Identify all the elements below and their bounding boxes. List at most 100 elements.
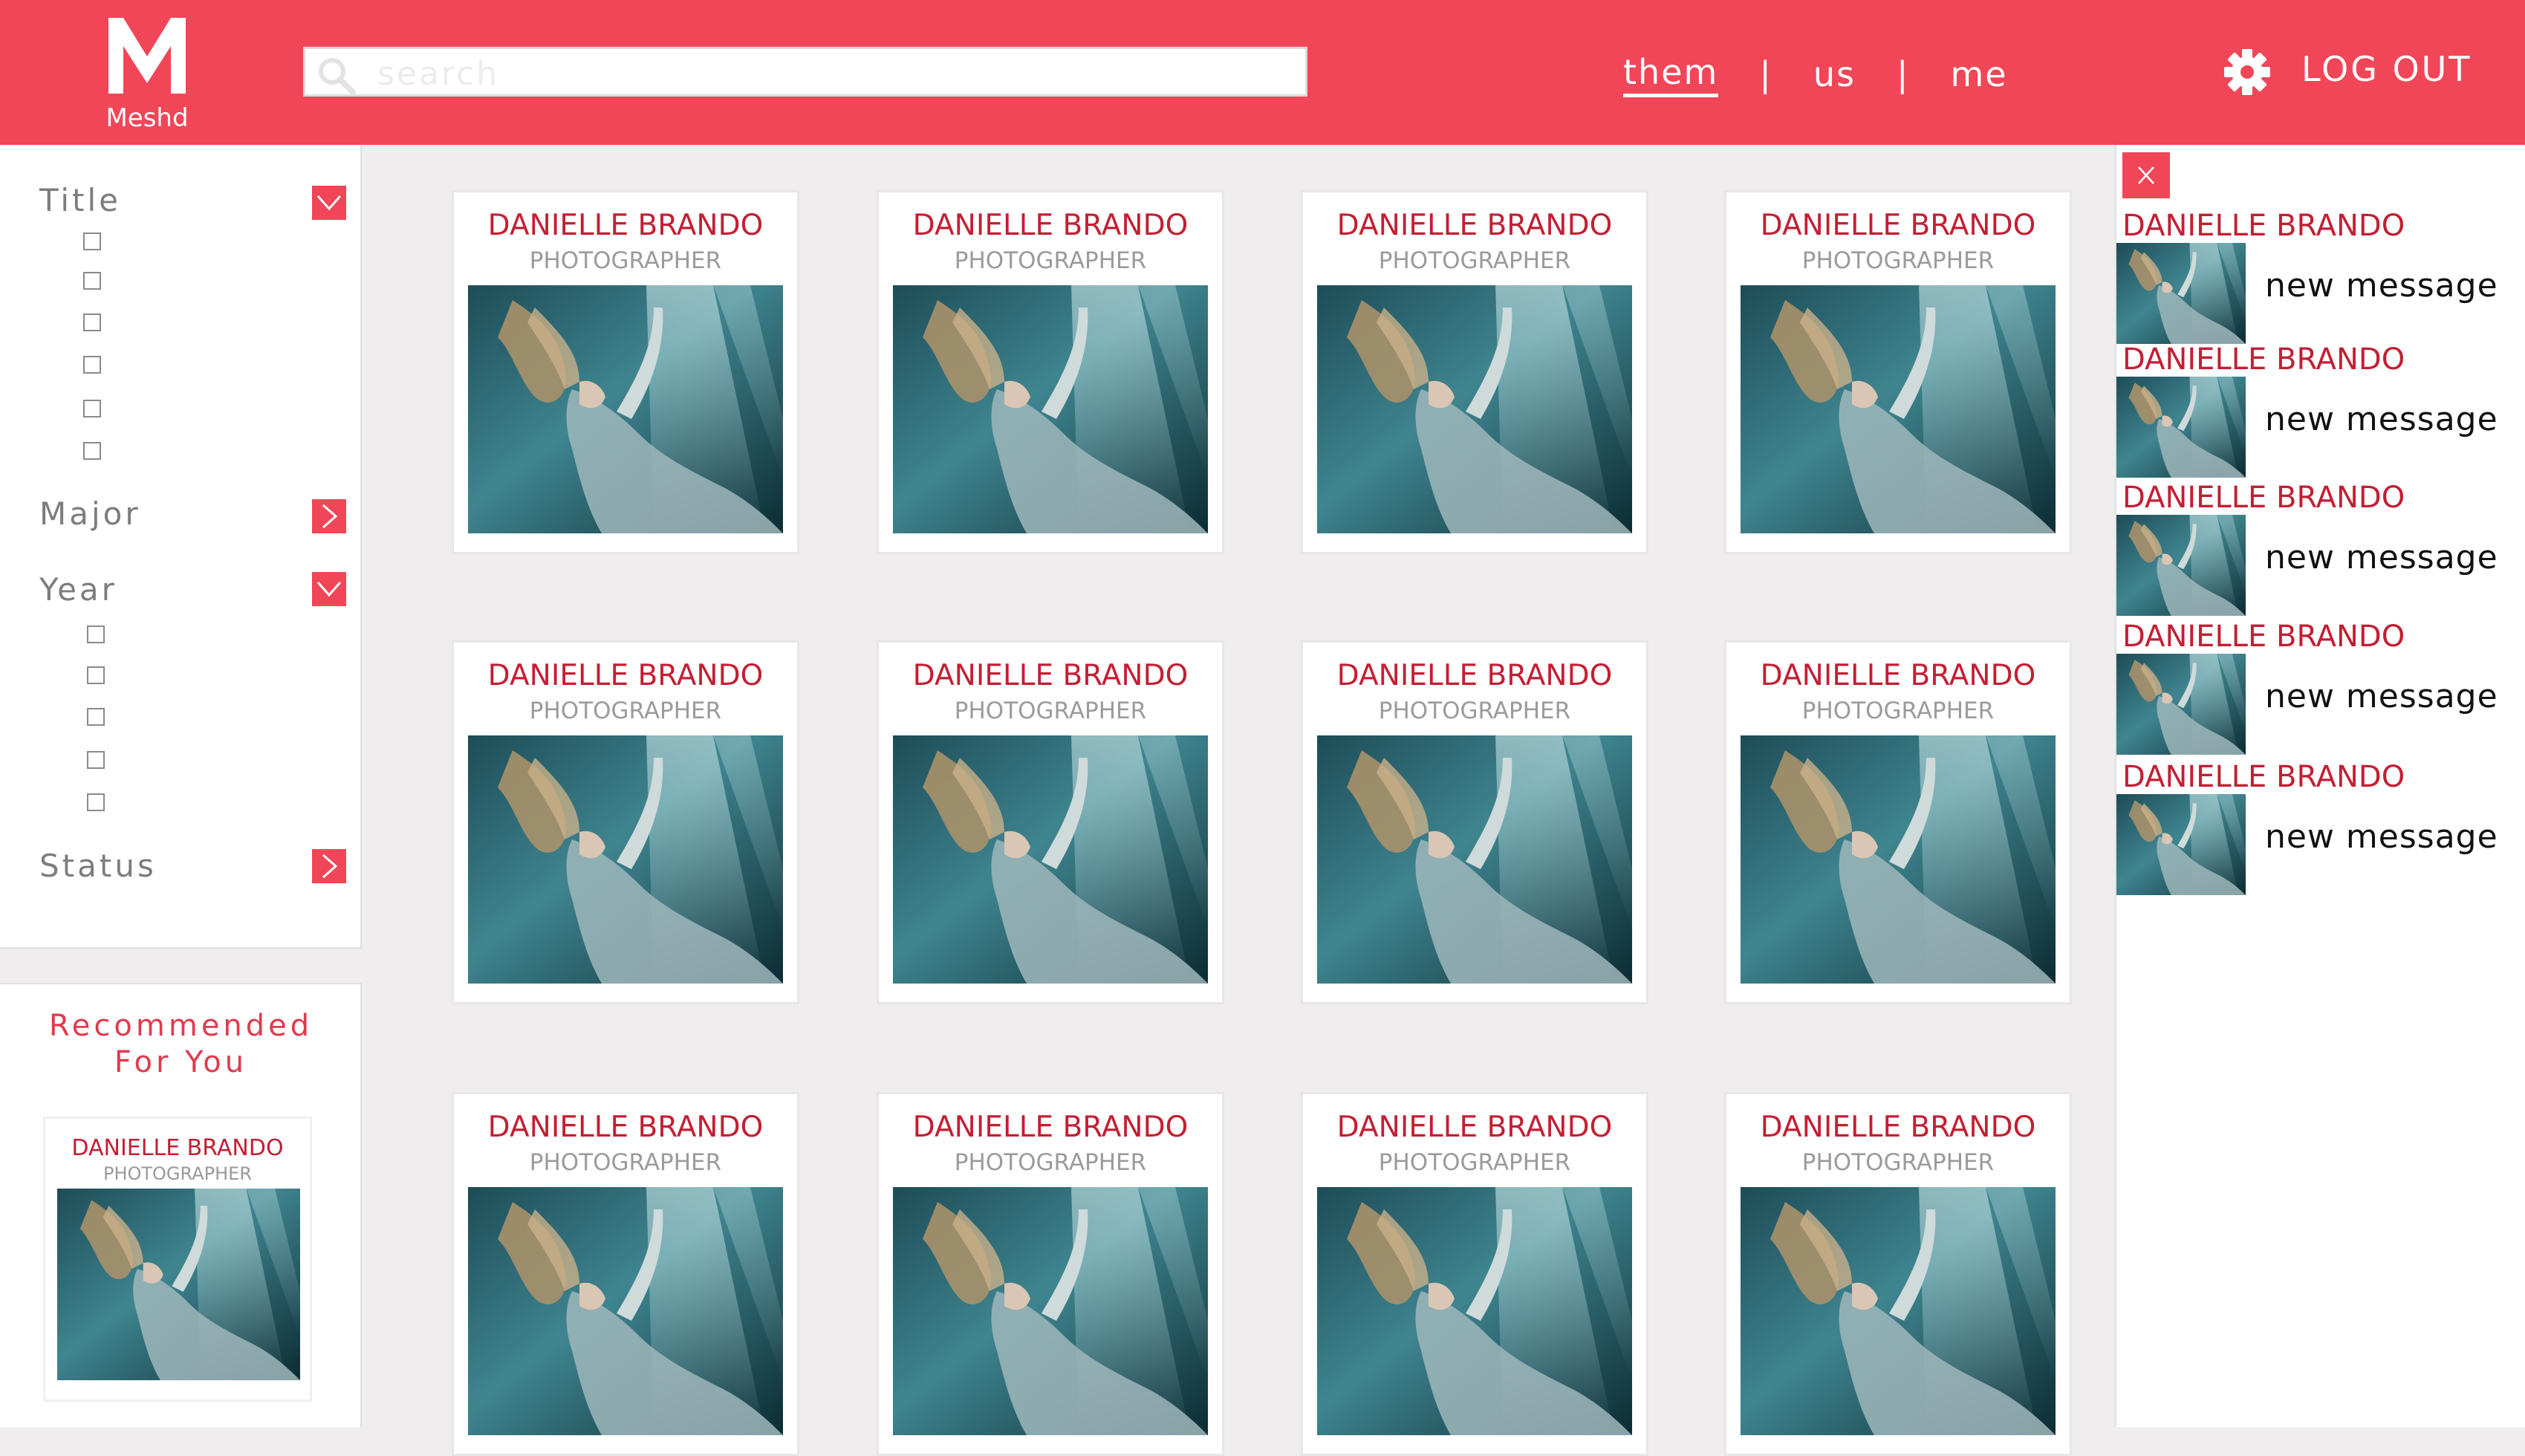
person-role: PHOTOGRAPHER [954,1149,1147,1176]
profile-photo [57,1189,300,1380]
filter-title-label: Title [39,182,122,218]
year-checkbox[interactable] [87,751,105,769]
profile-photo [468,735,783,984]
person-name: DANIELLE BRANDO [487,1111,764,1144]
year-checkbox[interactable] [87,666,105,684]
message-item[interactable]: DANIELLE BRANDO new message [2116,620,2525,757]
profile-card[interactable]: DANIELLE BRANDO PHOTOGRAPHER [877,640,1224,1004]
gear-icon[interactable] [2221,46,2273,98]
top-bar: Meshd them | us | me LOG OUT [0,0,2525,145]
person-role: PHOTOGRAPHER [1801,1149,1995,1176]
person-name: DANIELLE BRANDO [1760,659,2036,692]
filter-status-toggle[interactable] [312,849,346,883]
meshd-logo[interactable]: Meshd [103,10,192,137]
person-role: PHOTOGRAPHER [954,247,1147,274]
profile-photo [468,285,783,533]
close-messages-button[interactable] [2122,152,2170,198]
person-name: DANIELLE BRANDO [487,209,764,242]
profile-card[interactable]: DANIELLE BRANDO PHOTOGRAPHER [1724,190,2072,554]
year-checkbox[interactable] [87,625,105,643]
profile-card[interactable]: DANIELLE BRANDO PHOTOGRAPHER [1301,1092,1648,1456]
person-name: DANIELLE BRANDO [1336,209,1613,242]
message-preview: new message [2265,267,2498,305]
profile-photo [468,1187,783,1435]
sender-avatar [2116,377,2246,478]
profile-photo [1741,1187,2056,1435]
profile-card[interactable]: DANIELLE BRANDO PHOTOGRAPHER [1724,1092,2072,1456]
person-role: PHOTOGRAPHER [103,1163,253,1184]
profile-card[interactable]: DANIELLE BRANDO PHOTOGRAPHER [452,1092,799,1456]
close-icon [2138,166,2154,184]
person-name: DANIELLE BRANDO [912,209,1189,242]
recommended-panel: Recommended For You DANIELLE BRANDO PHOT… [0,983,362,1427]
person-name: DANIELLE BRANDO [1336,1111,1613,1144]
profile-photo [1317,1187,1632,1435]
profile-photo [1741,285,2056,533]
filter-title-toggle[interactable] [312,186,346,220]
nav-separator: | [1896,54,1910,94]
title-checkbox[interactable] [83,313,101,331]
person-name: DANIELLE BRANDO [71,1135,284,1161]
title-checkbox[interactable] [83,356,101,374]
title-checkbox[interactable] [83,272,101,290]
profile-card[interactable]: DANIELLE BRANDO PHOTOGRAPHER [1301,190,1648,554]
recommended-title-line: For You [114,1045,248,1079]
nav-them[interactable]: them [1623,52,1719,97]
message-preview: new message [2265,677,2498,715]
title-checkbox[interactable] [83,233,101,250]
year-checkbox[interactable] [87,793,105,811]
nav-me[interactable]: me [1950,54,2007,94]
profile-photo [1317,735,1632,984]
message-preview: new message [2265,818,2498,856]
chevron-right-icon [322,504,338,529]
profile-card[interactable]: DANIELLE BRANDO PHOTOGRAPHER [452,190,799,554]
profile-card[interactable]: DANIELLE BRANDO PHOTOGRAPHER [1724,640,2072,1004]
search-box[interactable] [303,47,1307,97]
title-checkbox[interactable] [83,442,101,460]
message-sender: DANIELLE BRANDO [2122,760,2405,794]
title-checkbox[interactable] [83,400,101,417]
profile-card[interactable]: DANIELLE BRANDO PHOTOGRAPHER [452,640,799,1004]
logout-button[interactable]: LOG OUT [2301,49,2472,89]
profile-photo [893,285,1208,533]
person-role: PHOTOGRAPHER [954,698,1147,724]
person-name: DANIELLE BRANDO [912,1111,1189,1144]
nav-us[interactable]: us [1813,54,1856,94]
chevron-down-icon [316,195,342,211]
sender-avatar [2116,515,2246,616]
person-role: PHOTOGRAPHER [1378,1149,1571,1176]
person-name: DANIELLE BRANDO [1760,1111,2036,1144]
filter-year-toggle[interactable] [312,572,346,606]
person-role: PHOTOGRAPHER [1378,247,1571,274]
profile-photo [893,735,1208,984]
person-name: DANIELLE BRANDO [487,659,764,692]
message-preview: new message [2265,400,2498,438]
sender-avatar [2116,654,2246,755]
profile-card[interactable]: DANIELLE BRANDO PHOTOGRAPHER [877,1092,1224,1456]
recommended-title-line: Recommended [48,1009,313,1043]
message-item[interactable]: DANIELLE BRANDO new message [2116,342,2525,480]
main-nav: them | us | me [1623,48,2008,100]
sender-avatar [2116,243,2246,344]
search-icon[interactable] [316,55,356,95]
message-sender: DANIELLE BRANDO [2122,342,2405,377]
person-role: PHOTOGRAPHER [1801,247,1995,274]
nav-separator: | [1759,54,1772,94]
person-role: PHOTOGRAPHER [529,1149,722,1176]
message-sender: DANIELLE BRANDO [2122,209,2405,243]
message-item[interactable]: DANIELLE BRANDO new message [2116,209,2525,346]
year-checkbox[interactable] [87,708,105,726]
message-preview: new message [2265,539,2498,576]
person-name: DANIELLE BRANDO [1760,209,2036,242]
profile-card[interactable]: DANIELLE BRANDO PHOTOGRAPHER [877,190,1224,554]
recommended-card[interactable]: DANIELLE BRANDO PHOTOGRAPHER [43,1117,312,1402]
logo-text: Meshd [105,103,189,133]
search-input[interactable] [376,53,1293,94]
filter-major-label: Major [39,495,141,532]
filter-major-toggle[interactable] [312,499,346,533]
person-name: DANIELLE BRANDO [1336,659,1613,692]
profile-card[interactable]: DANIELLE BRANDO PHOTOGRAPHER [1301,640,1648,1004]
message-item[interactable]: DANIELLE BRANDO new message [2116,760,2525,897]
message-item[interactable]: DANIELLE BRANDO new message [2116,481,2525,618]
chevron-right-icon [322,854,338,879]
